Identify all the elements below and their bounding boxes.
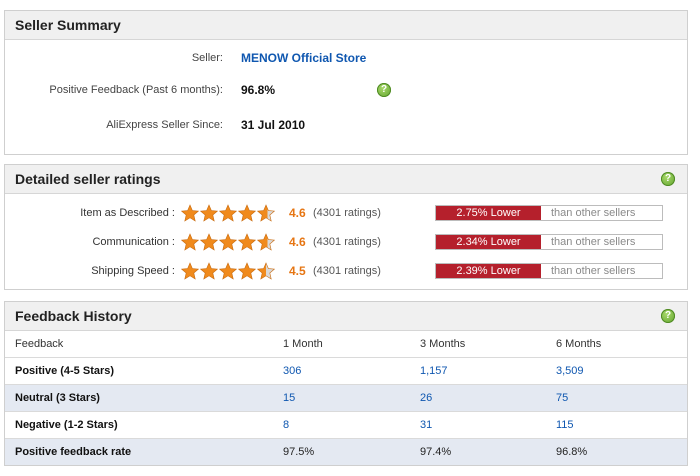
- comparison-bar: 2.39% Lower than other sellers: [435, 263, 663, 279]
- star-icon: [238, 204, 256, 222]
- feedback-history-panel: Feedback History ? Feedback 1 Month 3 Mo…: [4, 301, 688, 466]
- table-cell-link[interactable]: 8: [283, 411, 420, 439]
- star-icon: [181, 233, 199, 251]
- positive-feedback-value: 96.8%: [241, 83, 276, 97]
- star-icon: [200, 262, 218, 280]
- help-icon[interactable]: ?: [377, 83, 391, 97]
- help-icon[interactable]: ?: [661, 309, 675, 323]
- rating-count: (4301 ratings): [313, 207, 381, 219]
- star-icon: [257, 233, 275, 251]
- rating-row-item-described: Item as Described : 4.6 (4301 ratings) 2…: [5, 203, 687, 223]
- rating-label: Communication :: [92, 236, 175, 248]
- rating-row-communication: Communication : 4.6 (4301 ratings) 2.34%…: [5, 232, 687, 252]
- rating-count: (4301 ratings): [313, 265, 381, 277]
- star-icon: [200, 233, 218, 251]
- feedback-history-title: Feedback History: [15, 308, 132, 324]
- rating-count: (4301 ratings): [313, 236, 381, 248]
- detailed-ratings-panel: Detailed seller ratings ? Item as Descri…: [4, 164, 688, 290]
- star-rating: [181, 204, 276, 222]
- seller-summary-title: Seller Summary: [15, 17, 121, 33]
- rating-label: Shipping Speed :: [91, 265, 175, 277]
- seller-name-link[interactable]: MENOW Official Store: [241, 48, 366, 68]
- star-icon: [257, 204, 275, 222]
- positive-feedback-label: Positive Feedback (Past 6 months):: [49, 84, 223, 96]
- seller-row: Seller: MENOW Official Store: [5, 48, 687, 68]
- row-label: Positive feedback rate: [5, 438, 283, 465]
- detailed-ratings-header: Detailed seller ratings ?: [5, 165, 687, 194]
- table-row: Positive (4-5 Stars) 306 1,157 3,509: [5, 357, 687, 385]
- table-cell: 96.8%: [556, 438, 687, 465]
- rating-row-shipping-speed: Shipping Speed : 4.5 (4301 ratings) 2.39…: [5, 261, 687, 281]
- star-icon: [200, 204, 218, 222]
- feedback-history-header: Feedback History ?: [5, 302, 687, 331]
- comparison-lower: 2.39% Lower: [436, 264, 541, 278]
- row-label: Negative (1-2 Stars): [5, 411, 283, 439]
- rating-score: 4.5: [289, 264, 306, 278]
- column-header: 6 Months: [556, 338, 602, 350]
- table-row: Positive feedback rate 97.5% 97.4% 96.8%: [5, 438, 687, 465]
- star-rating: [181, 233, 276, 251]
- star-rating: [181, 262, 276, 280]
- comparison-bar: 2.34% Lower than other sellers: [435, 234, 663, 250]
- star-icon: [238, 262, 256, 280]
- rating-score: 4.6: [289, 206, 306, 220]
- comparison-lower: 2.75% Lower: [436, 206, 541, 220]
- seller-label: Seller:: [191, 52, 223, 64]
- positive-feedback-row: Positive Feedback (Past 6 months): 96.8%…: [5, 80, 687, 100]
- rating-score: 4.6: [289, 235, 306, 249]
- seller-since-row: AliExpress Seller Since: 31 Jul 2010: [5, 115, 687, 135]
- column-header: 3 Months: [420, 338, 466, 350]
- table-cell-link[interactable]: 3,509: [556, 357, 687, 385]
- row-label: Positive (4-5 Stars): [5, 357, 283, 385]
- comparison-bar: 2.75% Lower than other sellers: [435, 205, 663, 221]
- star-icon: [257, 262, 275, 280]
- table-cell-link[interactable]: 115: [556, 411, 687, 439]
- row-label: Neutral (3 Stars): [5, 384, 283, 412]
- star-icon: [238, 233, 256, 251]
- seller-since-label: AliExpress Seller Since:: [106, 119, 223, 131]
- seller-summary-header: Seller Summary: [5, 11, 687, 40]
- star-icon: [219, 233, 237, 251]
- star-icon: [181, 262, 199, 280]
- table-header-row: Feedback 1 Month 3 Months 6 Months: [5, 331, 687, 358]
- rating-label: Item as Described :: [80, 207, 175, 219]
- table-cell-link[interactable]: 31: [420, 411, 556, 439]
- star-icon: [219, 262, 237, 280]
- seller-since-value: 31 Jul 2010: [241, 118, 306, 132]
- table-cell: 97.4%: [420, 438, 556, 465]
- table-row: Neutral (3 Stars) 15 26 75: [5, 384, 687, 412]
- detailed-ratings-title: Detailed seller ratings: [15, 171, 161, 187]
- feedback-history-table: Feedback 1 Month 3 Months 6 Months Posit…: [5, 331, 687, 465]
- table-cell-link[interactable]: 15: [283, 384, 420, 412]
- star-icon: [181, 204, 199, 222]
- table-cell: 97.5%: [283, 438, 420, 465]
- column-header: 1 Month: [283, 338, 323, 350]
- table-cell-link[interactable]: 75: [556, 384, 687, 412]
- seller-summary-panel: Seller Summary Seller: MENOW Official St…: [4, 10, 688, 155]
- comparison-lower: 2.34% Lower: [436, 235, 541, 249]
- column-header: Feedback: [15, 338, 64, 350]
- table-cell-link[interactable]: 26: [420, 384, 556, 412]
- table-cell-link[interactable]: 1,157: [420, 357, 556, 385]
- comparison-suffix: than other sellers: [541, 206, 662, 220]
- table-row: Negative (1-2 Stars) 8 31 115: [5, 411, 687, 439]
- comparison-suffix: than other sellers: [541, 264, 662, 278]
- table-cell-link[interactable]: 306: [283, 357, 420, 385]
- comparison-suffix: than other sellers: [541, 235, 662, 249]
- help-icon[interactable]: ?: [661, 172, 675, 186]
- star-icon: [219, 204, 237, 222]
